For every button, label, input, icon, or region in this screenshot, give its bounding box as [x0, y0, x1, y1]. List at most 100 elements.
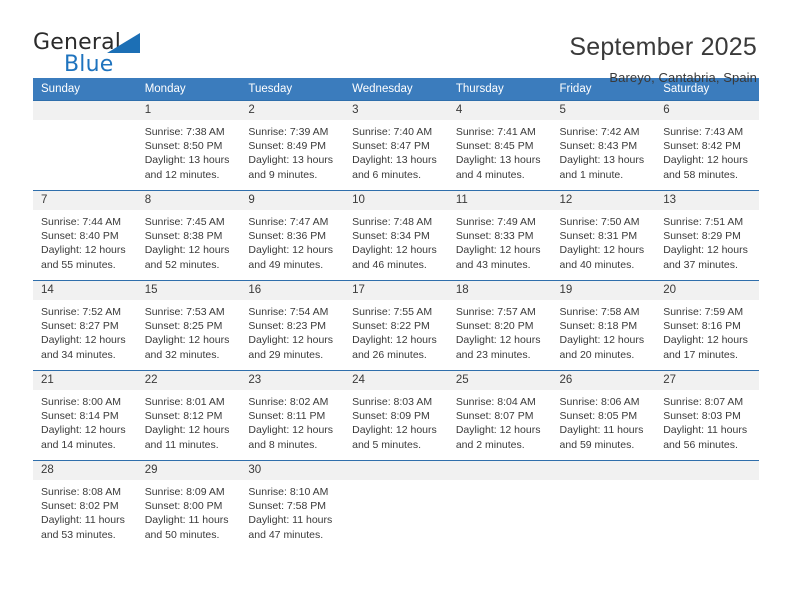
day-details: Sunrise: 7:58 AM Sunset: 8:18 PM Daylight:… — [552, 300, 656, 362]
day-number: 3 — [344, 101, 448, 120]
day-number: 14 — [33, 281, 137, 300]
calendar-day-cell[interactable]: 11 Sunrise: 7:49 AM Sunset: 8:33 PM Dayligh… — [447, 190, 552, 281]
daylight-text-line1: Daylight: 12 hours — [248, 244, 334, 257]
day-number: 8 — [136, 191, 241, 210]
calendar-day-cell[interactable]: 18 Sunrise: 7:57 AM Sunset: 8:20 PM Dayligh… — [447, 280, 552, 371]
sunrise-text: Sunrise: 8:10 AM — [248, 486, 329, 498]
calendar-day-cell-empty — [344, 460, 448, 551]
day-details: Sunrise: 8:03 AM Sunset: 8:09 PM Daylight:… — [344, 390, 448, 452]
calendar-day-cell[interactable]: 9 Sunrise: 7:47 AM Sunset: 8:36 PM Daylight… — [240, 190, 345, 281]
sunrise-text: Sunrise: 7:58 AM — [559, 306, 640, 318]
sunset-text: Sunset: 8:14 PM — [41, 410, 119, 423]
day-details: Sunrise: 7:40 AM Sunset: 8:47 PM Daylight:… — [344, 120, 448, 182]
calendar-day-cell[interactable]: 28 Sunrise: 8:08 AM Sunset: 8:02 PM Dayligh… — [33, 460, 137, 551]
day-number: 9 — [240, 191, 345, 210]
daylight-text-line1: Daylight: 12 hours — [144, 244, 230, 257]
day-number: 28 — [33, 461, 137, 480]
calendar-day-cell[interactable]: 10 Sunrise: 7:48 AM Sunset: 8:34 PM Dayligh… — [344, 190, 448, 281]
calendar-day-cell[interactable]: 26 Sunrise: 8:06 AM Sunset: 8:05 PM Dayligh… — [551, 370, 656, 461]
page-header: General Blue September 2025 Bareyo, Cant… — [0, 0, 792, 85]
daylight-text-line2: and 46 minutes. — [352, 258, 427, 271]
daylight-text-line1: Daylight: 12 hours — [41, 334, 126, 347]
daylight-text-line2: and 20 minutes. — [559, 348, 635, 361]
daylight-text-line2: and 4 minutes. — [455, 168, 525, 181]
daylight-text-line1: Daylight: 11 hours — [144, 514, 229, 527]
calendar-day-cell[interactable]: 22 Sunrise: 8:01 AM Sunset: 8:12 PM Dayligh… — [136, 370, 241, 461]
daylight-text-line1: Daylight: 12 hours — [41, 424, 126, 437]
day-details: Sunrise: 7:47 AM Sunset: 8:36 PM Daylight:… — [240, 210, 344, 272]
day-details: Sunrise: 8:01 AM Sunset: 8:12 PM Daylight:… — [137, 390, 241, 452]
sunset-text: Sunset: 8:18 PM — [559, 320, 638, 333]
logo-triangle-icon — [107, 33, 140, 53]
calendar-day-cell[interactable]: 5 Sunrise: 7:42 AM Sunset: 8:43 PM Daylight… — [551, 100, 656, 191]
calendar-day-cell[interactable]: 3 Sunrise: 7:40 AM Sunset: 8:47 PM Daylight… — [344, 100, 448, 191]
calendar-day-cell[interactable]: 23 Sunrise: 8:02 AM Sunset: 8:11 PM Dayligh… — [240, 370, 345, 461]
sunset-text: Sunset: 8:45 PM — [455, 140, 534, 153]
calendar-day-cell[interactable]: 6 Sunrise: 7:43 AM Sunset: 8:42 PM Daylight… — [655, 100, 759, 191]
day-details: Sunrise: 7:53 AM Sunset: 8:25 PM Daylight:… — [137, 300, 241, 362]
calendar-day-cell[interactable]: 8 Sunrise: 7:45 AM Sunset: 8:38 PM Daylight… — [136, 190, 241, 281]
day-details: Sunrise: 7:55 AM Sunset: 8:22 PM Daylight:… — [344, 300, 448, 362]
day-number: 29 — [136, 461, 241, 480]
day-number: 10 — [344, 191, 448, 210]
sunrise-text: Sunrise: 7:49 AM — [455, 216, 536, 228]
calendar-day-cell[interactable]: 25 Sunrise: 8:04 AM Sunset: 8:07 PM Dayligh… — [447, 370, 552, 461]
sunset-text: Sunset: 8:47 PM — [352, 140, 430, 153]
calendar-day-cell[interactable]: 13 Sunrise: 7:51 AM Sunset: 8:29 PM Dayligh… — [655, 190, 759, 281]
daylight-text-line1: Daylight: 13 hours — [144, 154, 230, 167]
day-details: Sunrise: 7:49 AM Sunset: 8:33 PM Daylight:… — [448, 210, 552, 272]
calendar-day-cell-empty — [447, 460, 552, 551]
sunset-text: Sunset: 8:23 PM — [248, 320, 327, 333]
sunrise-text: Sunrise: 8:02 AM — [248, 396, 329, 408]
calendar-day-cell[interactable]: 19 Sunrise: 7:58 AM Sunset: 8:18 PM Dayligh… — [551, 280, 656, 371]
calendar-day-cell[interactable]: 7 Sunrise: 7:44 AM Sunset: 8:40 PM Daylight… — [33, 190, 137, 281]
general-blue-logo[interactable]: General Blue — [33, 30, 173, 78]
sunrise-text: Sunrise: 7:51 AM — [663, 216, 744, 228]
calendar-day-cell[interactable]: 1 Sunrise: 7:38 AM Sunset: 8:50 PM Daylight… — [136, 100, 241, 191]
day-details: Sunrise: 7:45 AM Sunset: 8:38 PM Daylight:… — [137, 210, 241, 272]
calendar-day-cell[interactable]: 15 Sunrise: 7:53 AM Sunset: 8:25 PM Dayligh… — [136, 280, 241, 371]
calendar-day-cell[interactable]: 2 Sunrise: 7:39 AM Sunset: 8:49 PM Daylight… — [240, 100, 345, 191]
daylight-text-line1: Daylight: 13 hours — [248, 154, 334, 167]
daylight-text-line1: Daylight: 12 hours — [455, 424, 541, 437]
daylight-text-line2: and 59 minutes. — [559, 438, 635, 451]
daylight-text-line2: and 1 minute. — [559, 168, 624, 181]
daylight-text-line1: Daylight: 11 hours — [248, 514, 333, 527]
calendar-day-cell[interactable]: 27 Sunrise: 8:07 AM Sunset: 8:03 PM Dayligh… — [655, 370, 759, 461]
calendar-day-cell[interactable]: 24 Sunrise: 8:03 AM Sunset: 8:09 PM Dayligh… — [344, 370, 448, 461]
sunrise-text: Sunrise: 8:01 AM — [144, 396, 225, 408]
calendar-day-cell[interactable]: 21 Sunrise: 8:00 AM Sunset: 8:14 PM Dayligh… — [33, 370, 137, 461]
calendar-day-cell[interactable]: 12 Sunrise: 7:50 AM Sunset: 8:31 PM Dayligh… — [551, 190, 656, 281]
day-number: 22 — [136, 371, 241, 390]
calendar-day-cell[interactable]: 4 Sunrise: 7:41 AM Sunset: 8:45 PM Daylight… — [447, 100, 552, 191]
day-number: 17 — [344, 281, 448, 300]
sunrise-text: Sunrise: 7:47 AM — [248, 216, 329, 228]
sunset-text: Sunset: 8:25 PM — [144, 320, 223, 333]
day-details: Sunrise: 8:09 AM Sunset: 8:00 PM Daylight:… — [137, 480, 241, 542]
daylight-text-line1: Daylight: 12 hours — [663, 154, 748, 167]
calendar-body: 1 Sunrise: 7:38 AM Sunset: 8:50 PM Daylight… — [33, 100, 759, 551]
calendar-day-cell[interactable]: 20 Sunrise: 7:59 AM Sunset: 8:16 PM Dayligh… — [655, 280, 759, 371]
calendar-day-cell[interactable]: 16 Sunrise: 7:54 AM Sunset: 8:23 PM Dayligh… — [240, 280, 345, 371]
daylight-text-line2: and 6 minutes. — [352, 168, 421, 181]
calendar-day-cell[interactable]: 30 Sunrise: 8:10 AM Sunset: 7:58 PM Dayligh… — [240, 460, 345, 551]
sunrise-text: Sunrise: 7:54 AM — [248, 306, 329, 318]
daylight-text-line2: and 26 minutes. — [352, 348, 427, 361]
day-details: Sunrise: 7:44 AM Sunset: 8:40 PM Daylight:… — [33, 210, 137, 272]
calendar-day-cell-empty — [33, 100, 137, 191]
calendar-day-cell[interactable]: 29 Sunrise: 8:09 AM Sunset: 8:00 PM Dayligh… — [136, 460, 241, 551]
sunrise-text: Sunrise: 8:04 AM — [455, 396, 536, 408]
day-number: 21 — [33, 371, 137, 390]
day-number: 12 — [551, 191, 656, 210]
sunset-text: Sunset: 8:43 PM — [559, 140, 638, 153]
calendar-day-cell[interactable]: 17 Sunrise: 7:55 AM Sunset: 8:22 PM Dayligh… — [344, 280, 448, 371]
sunrise-text: Sunrise: 7:57 AM — [455, 306, 536, 318]
sunrise-text: Sunrise: 7:44 AM — [41, 216, 121, 228]
day-details: Sunrise: 8:08 AM Sunset: 8:02 PM Daylight:… — [33, 480, 137, 542]
calendar-day-cell[interactable]: 14 Sunrise: 7:52 AM Sunset: 8:27 PM Dayligh… — [33, 280, 137, 371]
daylight-text-line1: Daylight: 12 hours — [248, 334, 334, 347]
calendar-day-cell-empty — [551, 460, 656, 551]
daylight-text-line2: and 53 minutes. — [41, 528, 116, 541]
sunrise-text: Sunrise: 8:06 AM — [559, 396, 640, 408]
daylight-text-line2: and 32 minutes. — [144, 348, 220, 361]
